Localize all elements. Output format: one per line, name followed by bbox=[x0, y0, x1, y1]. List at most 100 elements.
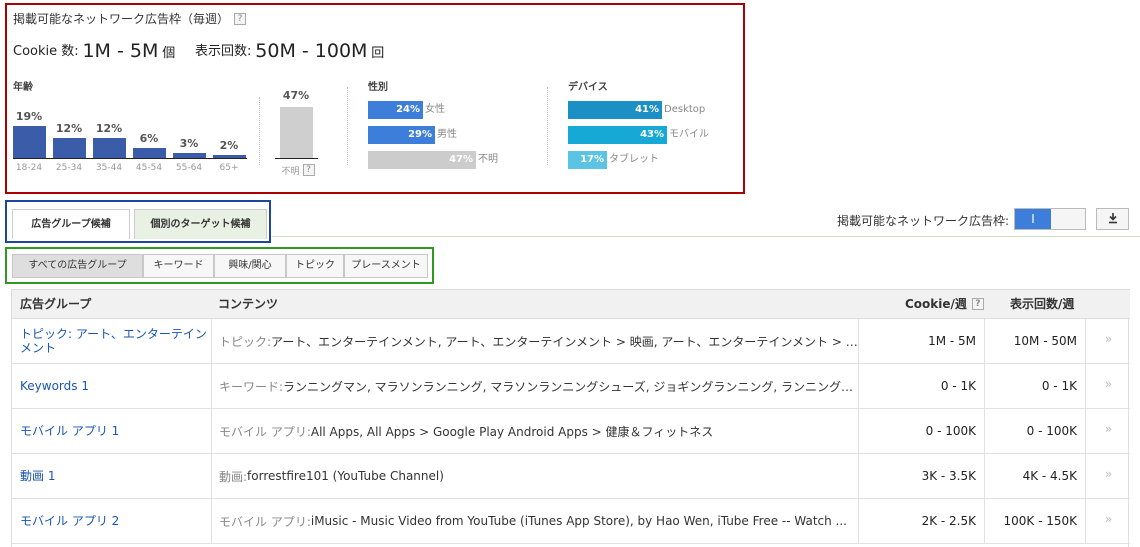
gender-label: 不明 bbox=[478, 154, 498, 165]
ad-group-link[interactable]: モバイル アプリ 2 bbox=[12, 499, 212, 543]
content-text: All Apps, All Apps > Google Play Android… bbox=[310, 424, 714, 439]
reach-title-text: 掲載可能なネットワーク広告枠（毎週） bbox=[13, 12, 230, 26]
content-cell: トピック: アート、エンターテインメント, アート、エンターテインメント > 映… bbox=[213, 319, 859, 363]
device-bar: 43% bbox=[568, 126, 667, 144]
cookie-unit: 個 bbox=[162, 46, 176, 61]
gender-label: 女性 bbox=[425, 104, 445, 115]
gender-section-label: 性別 bbox=[368, 82, 388, 93]
cookie-cell: 1M - 5M bbox=[860, 319, 985, 363]
toggle-on-segment[interactable]: I bbox=[1015, 209, 1051, 229]
age-bar bbox=[93, 137, 126, 158]
content-type-prefix: トピック: bbox=[219, 334, 272, 349]
impressions-cell: 4K - 4.5K bbox=[986, 454, 1086, 498]
impressions-unit: 回 bbox=[371, 46, 385, 61]
age-category-label: 45-54 bbox=[135, 163, 163, 173]
expand-row-icon[interactable]: » bbox=[1087, 409, 1130, 453]
ad-group-link[interactable]: Keywords 1 bbox=[12, 364, 212, 408]
ad-group-link[interactable]: トピック: アート、エンターテインメント bbox=[12, 319, 212, 363]
gender-bar: 29% bbox=[368, 126, 435, 144]
impressions-cell: 10M - 50M bbox=[986, 319, 1086, 363]
content-type-prefix: モバイル アプリ: bbox=[219, 424, 311, 439]
device-bar: 17% bbox=[568, 151, 607, 169]
content-cell: モバイル アプリ: All Apps, All Apps > Google Pl… bbox=[213, 409, 859, 453]
content-type-prefix: 動画: bbox=[219, 469, 248, 484]
cookie-cell: 3K - 3.5K bbox=[860, 454, 985, 498]
age-percent-label: 12% bbox=[95, 121, 123, 135]
filter-topics[interactable]: トピック bbox=[286, 254, 344, 278]
column-header-impressions[interactable]: 表示回数/週 bbox=[1010, 290, 1074, 319]
content-text: iMusic - Music Video from YouTube (iTune… bbox=[310, 514, 847, 528]
ad-group-name[interactable]: モバイル アプリ 1 bbox=[20, 424, 119, 438]
age-unknown-label-text: 不明 bbox=[281, 167, 300, 177]
filter-all-ad-groups[interactable]: すべての広告グループ bbox=[12, 254, 143, 278]
table-row: モバイル アプリ 2 モバイル アプリ: iMusic - Music Video… bbox=[12, 499, 1130, 544]
table-row: 動画 1 動画: forrestfire101 (YouTube Channel)… bbox=[12, 454, 1130, 499]
age-unknown-label: 不明? bbox=[276, 164, 320, 177]
age-unknown-percent: 47% bbox=[282, 88, 310, 102]
expand-row-icon[interactable]: » bbox=[1087, 364, 1130, 408]
age-baseline bbox=[13, 158, 247, 159]
help-icon[interactable]: ? bbox=[971, 298, 984, 310]
cookie-cell: 0 - 100K bbox=[860, 409, 985, 453]
age-category-label: 55-64 bbox=[175, 163, 203, 173]
gender-label: 男性 bbox=[437, 129, 457, 140]
column-header-cookie-text: Cookie/週 bbox=[905, 297, 967, 311]
device-label: モバイル bbox=[669, 129, 709, 140]
age-category-label: 35-44 bbox=[95, 163, 123, 173]
age-bar bbox=[53, 137, 86, 158]
download-icon bbox=[1108, 213, 1117, 224]
separator bbox=[259, 97, 260, 165]
content-cell: 動画: forrestfire101 (YouTube Channel) bbox=[213, 454, 859, 498]
age-percent-label: 19% bbox=[15, 109, 43, 123]
impressions-cell: 100K - 150K bbox=[986, 499, 1086, 543]
filter-placements[interactable]: プレースメント bbox=[344, 254, 428, 278]
help-icon[interactable]: ? bbox=[234, 13, 247, 25]
age-unknown-baseline bbox=[275, 158, 318, 159]
ad-group-name[interactable]: Keywords 1 bbox=[20, 379, 89, 393]
content-text: ランニングマン, マラソンランニング, マラソンランニングシューズ, ジョギング… bbox=[283, 379, 858, 394]
age-percent-label: 3% bbox=[179, 136, 199, 150]
table-row: トピック: アート、エンターテインメント トピック: アート、エンターテインメント… bbox=[12, 319, 1130, 364]
table-row: Keywords 1 キーワード: ランニングマン, マラソンランニング, マラソ… bbox=[12, 364, 1130, 409]
cookie-value: 1M - 5M bbox=[82, 40, 159, 62]
help-icon[interactable]: ? bbox=[302, 164, 315, 176]
download-button[interactable] bbox=[1096, 208, 1129, 230]
cookie-cell: 0 - 1K bbox=[860, 364, 985, 408]
cookie-label: Cookie 数: bbox=[13, 44, 79, 59]
age-category-label: 18-24 bbox=[15, 163, 43, 173]
expand-row-icon[interactable]: » bbox=[1087, 499, 1130, 543]
filter-interests[interactable]: 興味/関心 bbox=[214, 254, 286, 278]
gender-bar: 24% bbox=[368, 101, 423, 119]
column-header-ad-group[interactable]: 広告グループ bbox=[20, 290, 91, 319]
tab-ad-group-ideas[interactable]: 広告グループ候補 bbox=[12, 209, 130, 239]
ad-group-name[interactable]: トピック: アート、エンターテインメント bbox=[20, 327, 211, 355]
content-text: アート、エンターテインメント, アート、エンターテインメント > 映画, アート… bbox=[271, 334, 858, 349]
content-type-prefix: キーワード: bbox=[219, 379, 284, 394]
filter-keywords[interactable]: キーワード bbox=[143, 254, 214, 278]
gender-bar: 47% bbox=[368, 151, 476, 169]
content-text: forrestfire101 (YouTube Channel) bbox=[247, 469, 444, 483]
table-row: モバイル アプリ 1 モバイル アプリ: All Apps, All Apps >… bbox=[12, 409, 1130, 454]
age-percent-label: 12% bbox=[55, 121, 83, 135]
age-percent-label: 2% bbox=[219, 138, 239, 152]
tab-underline bbox=[272, 236, 1140, 237]
separator bbox=[547, 87, 548, 165]
ad-group-link[interactable]: モバイル アプリ 1 bbox=[12, 409, 212, 453]
column-header-content[interactable]: コンテンツ bbox=[218, 290, 278, 319]
expand-row-icon[interactable]: » bbox=[1087, 319, 1130, 363]
age-category-label: 25-34 bbox=[55, 163, 83, 173]
ad-group-name[interactable]: モバイル アプリ 2 bbox=[20, 514, 119, 528]
age-bar bbox=[13, 125, 46, 158]
ad-group-link[interactable]: 動画 1 bbox=[12, 454, 212, 498]
column-header-cookie[interactable]: Cookie/週? bbox=[905, 290, 984, 319]
content-type-prefix: モバイル アプリ: bbox=[219, 514, 311, 529]
inventory-toggle[interactable]: I bbox=[1014, 208, 1086, 230]
cookie-cell: 2K - 2.5K bbox=[860, 499, 985, 543]
ad-group-name[interactable]: 動画 1 bbox=[20, 469, 55, 483]
device-label: Desktop bbox=[664, 104, 706, 115]
reach-metrics: Cookie 数: 1M - 5M 個 表示回数: 50M - 100M 回 bbox=[13, 40, 400, 62]
content-cell: モバイル アプリ: iMusic - Music Video from YouT… bbox=[213, 499, 859, 543]
device-bar: 41% bbox=[568, 101, 662, 119]
tab-individual-targeting-ideas[interactable]: 個別のターゲット候補 bbox=[134, 209, 267, 239]
expand-row-icon[interactable]: » bbox=[1087, 454, 1130, 498]
